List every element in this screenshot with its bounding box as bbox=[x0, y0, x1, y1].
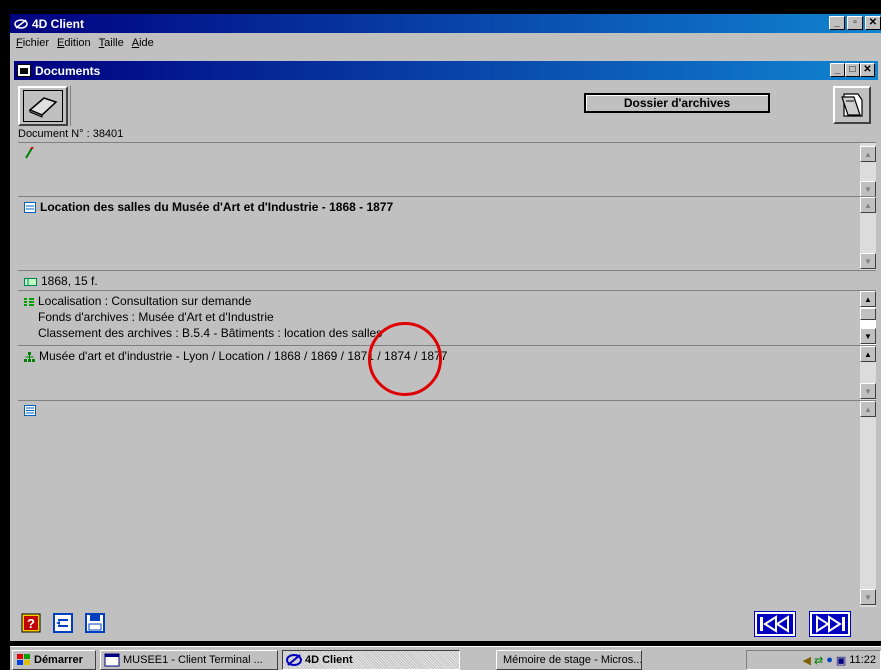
taskbar-item-4d-client[interactable]: 4D Client bbox=[282, 650, 460, 670]
classement-text: Classement des archives : B.5.4 - Bâtime… bbox=[38, 326, 383, 340]
scroll-down-button[interactable]: ▼ bbox=[860, 589, 876, 605]
extent-section: 1868, 15 f. bbox=[18, 270, 876, 290]
next-last-icon bbox=[816, 615, 845, 633]
dossier-archives-label: Dossier d'archives bbox=[584, 93, 770, 113]
start-label: Démarrer bbox=[34, 654, 83, 666]
documents-window-title: Documents bbox=[35, 63, 101, 78]
index-scrollbar[interactable]: ▲ ▼ bbox=[860, 346, 876, 401]
first-previous-button[interactable] bbox=[754, 611, 796, 637]
edit-section: ▲ ▼ bbox=[18, 142, 876, 197]
taskbar-item-word[interactable]: W Mémoire de stage - Micros... bbox=[496, 650, 642, 670]
scroll-thumb[interactable] bbox=[860, 308, 876, 320]
document-lines-icon bbox=[24, 202, 36, 214]
save-button[interactable] bbox=[84, 612, 106, 634]
app-titlebar[interactable]: 4D Client _ ▫ ✕ bbox=[10, 14, 881, 33]
menu-aide[interactable]: Aide bbox=[132, 37, 154, 49]
speaker-icon[interactable]: ◀ bbox=[803, 654, 811, 667]
taskbar: Démarrer MUSEE1 - Client Terminal ... 4D… bbox=[10, 646, 881, 670]
notes-section: ▲ ▼ bbox=[18, 400, 876, 607]
list-view-button[interactable] bbox=[52, 612, 74, 634]
windows-logo-icon bbox=[17, 654, 30, 665]
scroll-down-button[interactable]: ▼ bbox=[860, 253, 876, 269]
doc-maximize-button[interactable]: □ bbox=[845, 63, 860, 77]
4d-app-icon bbox=[286, 654, 302, 666]
network-icon[interactable]: ⇄ bbox=[814, 654, 823, 667]
localisation-text: Localisation : Consultation sur demande bbox=[38, 294, 252, 308]
help-icon: ? bbox=[21, 613, 41, 633]
folder-button[interactable] bbox=[833, 86, 871, 124]
doc-close-button[interactable]: ✕ bbox=[860, 63, 875, 77]
taskbar-item-terminal[interactable]: MUSEE1 - Client Terminal ... bbox=[100, 650, 278, 670]
highlight-circle bbox=[368, 322, 442, 396]
title-section: Location des salles du Musée d'Art et d'… bbox=[18, 196, 876, 271]
taskbar-item-label: 4D Client bbox=[305, 654, 353, 666]
floppy-disk-icon bbox=[85, 613, 105, 633]
book-icon bbox=[28, 97, 58, 118]
scroll-up-button[interactable]: ▲ bbox=[860, 197, 876, 213]
toolbar-separator bbox=[70, 86, 71, 126]
scroll-up-button[interactable]: ▲ bbox=[860, 291, 876, 307]
edit-scrollbar[interactable]: ▲ ▼ bbox=[860, 143, 876, 197]
svg-text:?: ? bbox=[27, 616, 35, 631]
pencil-icon[interactable] bbox=[24, 146, 34, 159]
doc-minimize-button[interactable]: _ bbox=[830, 63, 845, 77]
clock: 11:22 bbox=[849, 654, 876, 666]
details-section: Localisation : Consultation sur demande … bbox=[18, 290, 876, 346]
next-last-button[interactable] bbox=[809, 611, 851, 637]
minimize-button[interactable]: _ bbox=[829, 16, 845, 30]
scroll-up-button[interactable]: ▲ bbox=[860, 346, 876, 362]
taskbar-item-label: MUSEE1 - Client Terminal ... bbox=[123, 654, 263, 666]
scroll-down-button[interactable]: ▼ bbox=[860, 383, 876, 399]
tray-monitor-icon[interactable]: ▣ bbox=[836, 654, 846, 667]
taskbar-item-label: Mémoire de stage - Micros... bbox=[503, 654, 642, 666]
menu-taille[interactable]: Taille bbox=[99, 37, 124, 49]
tree-hierarchy-icon bbox=[24, 351, 35, 362]
close-button[interactable]: ✕ bbox=[865, 16, 881, 30]
folder-document-icon bbox=[841, 93, 863, 117]
document-title: Location des salles du Musée d'Art et d'… bbox=[40, 200, 394, 214]
details-scrollbar[interactable]: ▲ ▼ bbox=[860, 291, 876, 346]
menu-bar: Fichier Edition Taille Aide bbox=[10, 33, 881, 53]
app-title: 4D Client bbox=[32, 16, 85, 31]
title-scrollbar[interactable]: ▲ ▼ bbox=[860, 197, 876, 271]
scroll-down-button[interactable]: ▼ bbox=[860, 328, 876, 344]
terminal-window-icon bbox=[104, 653, 120, 667]
document-extent: 1868, 15 f. bbox=[41, 274, 98, 288]
document-number: Document N° : 38401 bbox=[18, 128, 124, 140]
fonds-text: Fonds d'archives : Musée d'Art et d'Indu… bbox=[38, 310, 274, 324]
scroll-down-button[interactable]: ▼ bbox=[860, 181, 876, 197]
documents-window-titlebar[interactable]: Documents _ □ ✕ bbox=[14, 61, 878, 80]
first-previous-icon bbox=[760, 615, 789, 633]
scroll-up-button[interactable]: ▲ bbox=[860, 146, 876, 162]
menu-edition[interactable]: Edition bbox=[57, 37, 91, 49]
note-icon bbox=[24, 405, 36, 417]
ticket-icon bbox=[24, 277, 37, 286]
notes-scrollbar[interactable]: ▲ ▼ bbox=[860, 401, 876, 607]
list-bullets-icon bbox=[24, 297, 34, 306]
help-button[interactable]: ? bbox=[20, 612, 42, 634]
restore-button[interactable]: ▫ bbox=[847, 16, 863, 30]
index-section: Musée d'art et d'industrie - Lyon / Loca… bbox=[18, 345, 876, 401]
window-icon bbox=[17, 64, 31, 77]
list-arrow-icon bbox=[53, 613, 73, 633]
book-button[interactable] bbox=[18, 86, 68, 126]
system-tray: ◀ ⇄ ● ▣ 11:22 bbox=[746, 650, 881, 670]
scroll-up-button[interactable]: ▲ bbox=[860, 401, 876, 417]
start-button[interactable]: Démarrer bbox=[12, 650, 96, 670]
tray-app-icon[interactable]: ● bbox=[826, 654, 833, 666]
4d-app-icon bbox=[14, 18, 28, 29]
menu-fichier[interactable]: Fichier bbox=[16, 37, 49, 49]
